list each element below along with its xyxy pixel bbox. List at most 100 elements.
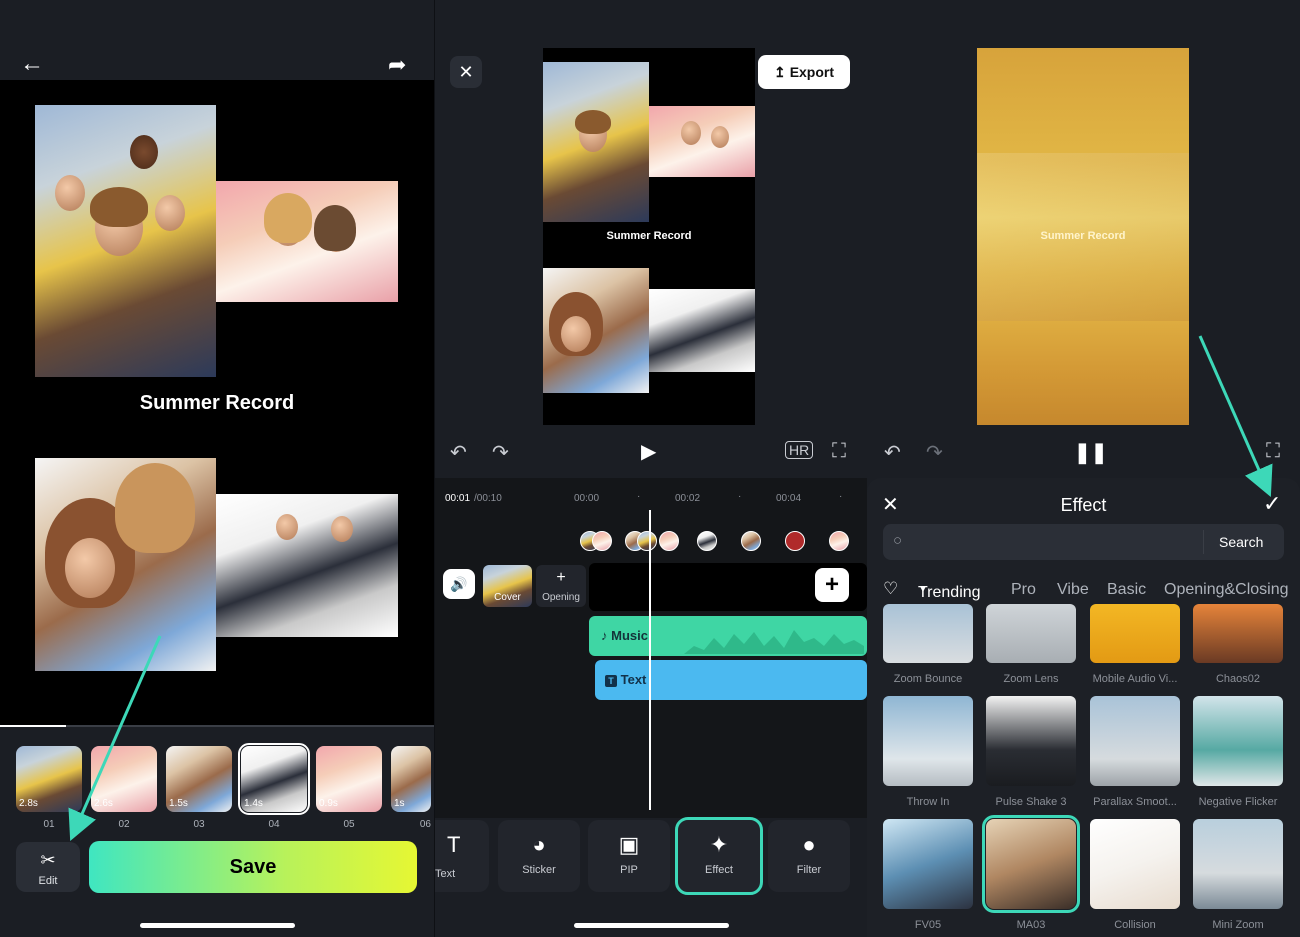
photo-group-selfie xyxy=(35,105,216,377)
effect-item[interactable] xyxy=(1090,696,1180,786)
effect-item[interactable] xyxy=(1090,819,1180,909)
time-current: 00:01 xyxy=(445,493,471,504)
clip-index: 02 xyxy=(118,819,130,830)
pip-icon: ▣ xyxy=(618,832,640,857)
clip-thumbnail[interactable]: 1s xyxy=(391,746,431,812)
effect-label: Negative Flicker xyxy=(1198,796,1278,808)
search-input[interactable]: ○ Search xyxy=(883,524,1284,560)
effect-label: FV05 xyxy=(914,919,942,931)
tool-label: Text xyxy=(435,868,456,880)
chevron-down-icon: ▼ xyxy=(918,584,928,595)
photo-two-girls-pink xyxy=(216,181,398,302)
check-icon[interactable]: ✓ xyxy=(1263,491,1281,517)
share-icon[interactable]: ➦ xyxy=(388,52,406,78)
playhead[interactable] xyxy=(649,510,651,810)
filter-icon: ● xyxy=(802,832,816,857)
effect-item[interactable] xyxy=(1090,604,1180,663)
effect-item[interactable] xyxy=(1193,696,1283,786)
tab-opening-closing[interactable]: Opening&Closing xyxy=(1164,581,1289,599)
fullscreen-icon[interactable]: ⛶ xyxy=(1266,440,1280,463)
tab-basic[interactable]: Basic xyxy=(1107,581,1146,599)
clip-thumbnail-selected[interactable]: 1.4s xyxy=(238,743,310,815)
opening-button[interactable]: + Opening xyxy=(536,565,586,607)
clip-thumbnail[interactable]: 2.6s xyxy=(91,746,157,812)
tool-text[interactable]: T Text xyxy=(435,820,489,892)
clip-avatar-row xyxy=(580,531,860,553)
effect-sheet: ✕ Effect ✓ ○ Search ♡ Trending ▼ Pro Vib… xyxy=(867,478,1300,937)
photo-two-girls-white xyxy=(649,289,755,372)
top-bar: ← ➦ xyxy=(0,0,434,80)
ruler-dot: · xyxy=(839,491,843,502)
clip-avatar[interactable] xyxy=(592,531,612,551)
effect-item[interactable] xyxy=(1193,819,1283,909)
favorite-heart-icon[interactable]: ♡ xyxy=(883,579,898,599)
effect-item[interactable] xyxy=(883,696,973,786)
tool-sticker[interactable]: ◕ Sticker xyxy=(498,820,580,892)
tool-label: Sticker xyxy=(522,864,556,876)
effect-icon: ✦ xyxy=(709,832,729,857)
undo-icon[interactable]: ↶ xyxy=(884,440,901,465)
effect-label: Throw In xyxy=(906,796,950,808)
clip-avatar[interactable] xyxy=(659,531,679,551)
tool-effect[interactable]: ✦ Effect xyxy=(675,817,763,895)
hdr-off-icon[interactable]: HR xyxy=(785,441,814,459)
photo-two-girls-hug xyxy=(35,458,216,671)
effect-item-selected[interactable] xyxy=(982,815,1080,913)
clip-thumbnail[interactable]: 0.9s xyxy=(316,746,382,812)
search-button[interactable]: Search xyxy=(1219,534,1263,550)
home-indicator xyxy=(574,923,729,928)
edit-button[interactable]: ✂ Edit xyxy=(16,842,80,892)
effect-item[interactable] xyxy=(883,819,973,909)
clip-thumbnail[interactable]: 1.5s xyxy=(166,746,232,812)
effect-item[interactable] xyxy=(1193,604,1283,663)
text-track-icon: T xyxy=(605,675,617,687)
volume-button[interactable]: 🔊 xyxy=(443,569,475,599)
canvas-title: Summer Record xyxy=(606,230,692,242)
music-track[interactable]: ♪ Music xyxy=(589,616,867,656)
cover-label: Cover xyxy=(494,592,521,603)
tool-label: PIP xyxy=(620,864,638,876)
clip-avatar[interactable] xyxy=(741,531,761,551)
clip-thumbnail[interactable]: 2.8s xyxy=(16,746,82,812)
close-icon: ✕ xyxy=(458,61,474,82)
music-note-icon: ♪ xyxy=(601,628,608,643)
effect-label: Mobile Audio Vi... xyxy=(1092,673,1178,685)
text-track[interactable]: T Text xyxy=(595,660,867,700)
fullscreen-icon[interactable]: ⛶ xyxy=(832,440,846,463)
ruler-tick: 00:02 xyxy=(675,493,701,504)
effect-label: MA03 xyxy=(1016,919,1046,931)
tool-filter[interactable]: ● Filter xyxy=(768,820,850,892)
tool-pip[interactable]: ▣ PIP xyxy=(588,820,670,892)
cover-button[interactable]: Cover xyxy=(483,565,532,607)
canvas-title: Summer Record xyxy=(1040,230,1126,242)
add-clip-button[interactable]: + xyxy=(815,568,849,602)
back-arrow-icon[interactable]: ← xyxy=(20,50,44,78)
clip-avatar[interactable] xyxy=(637,531,657,551)
photo-two-girls-hug xyxy=(543,268,649,393)
clip-avatar[interactable] xyxy=(829,531,849,551)
redo-icon[interactable]: ↷ xyxy=(926,440,943,465)
effect-item[interactable] xyxy=(986,604,1076,663)
time-total: /00:10 xyxy=(474,493,502,504)
home-indicator xyxy=(140,923,295,928)
sticker-icon: ◕ xyxy=(532,832,546,857)
effect-label: Zoom Lens xyxy=(1003,673,1059,685)
effect-item[interactable] xyxy=(986,696,1076,786)
tab-vibe[interactable]: Vibe xyxy=(1057,581,1089,599)
export-button[interactable]: ↥ Export xyxy=(758,55,850,89)
save-button[interactable]: Save xyxy=(89,841,417,893)
close-button[interactable]: ✕ xyxy=(450,56,482,88)
clip-avatar[interactable] xyxy=(785,531,805,551)
clip-avatar[interactable] xyxy=(697,531,717,551)
redo-icon[interactable]: ↷ xyxy=(492,440,509,465)
undo-icon[interactable]: ↶ xyxy=(450,440,467,465)
opening-label: Opening xyxy=(542,592,580,603)
play-icon[interactable]: ▶ xyxy=(641,439,656,464)
effect-item[interactable] xyxy=(883,604,973,663)
effect-panel: Summer Record ↶ ↷ ❚❚ ⛶ ✕ Effect ✓ ○ Sear… xyxy=(867,0,1300,937)
pause-icon[interactable]: ❚❚ xyxy=(1074,440,1108,465)
search-icon: ○ xyxy=(893,532,903,549)
effect-label: Zoom Bounce xyxy=(893,673,963,685)
tab-pro[interactable]: Pro xyxy=(1011,581,1036,599)
effect-label: Pulse Shake 3 xyxy=(995,796,1067,808)
